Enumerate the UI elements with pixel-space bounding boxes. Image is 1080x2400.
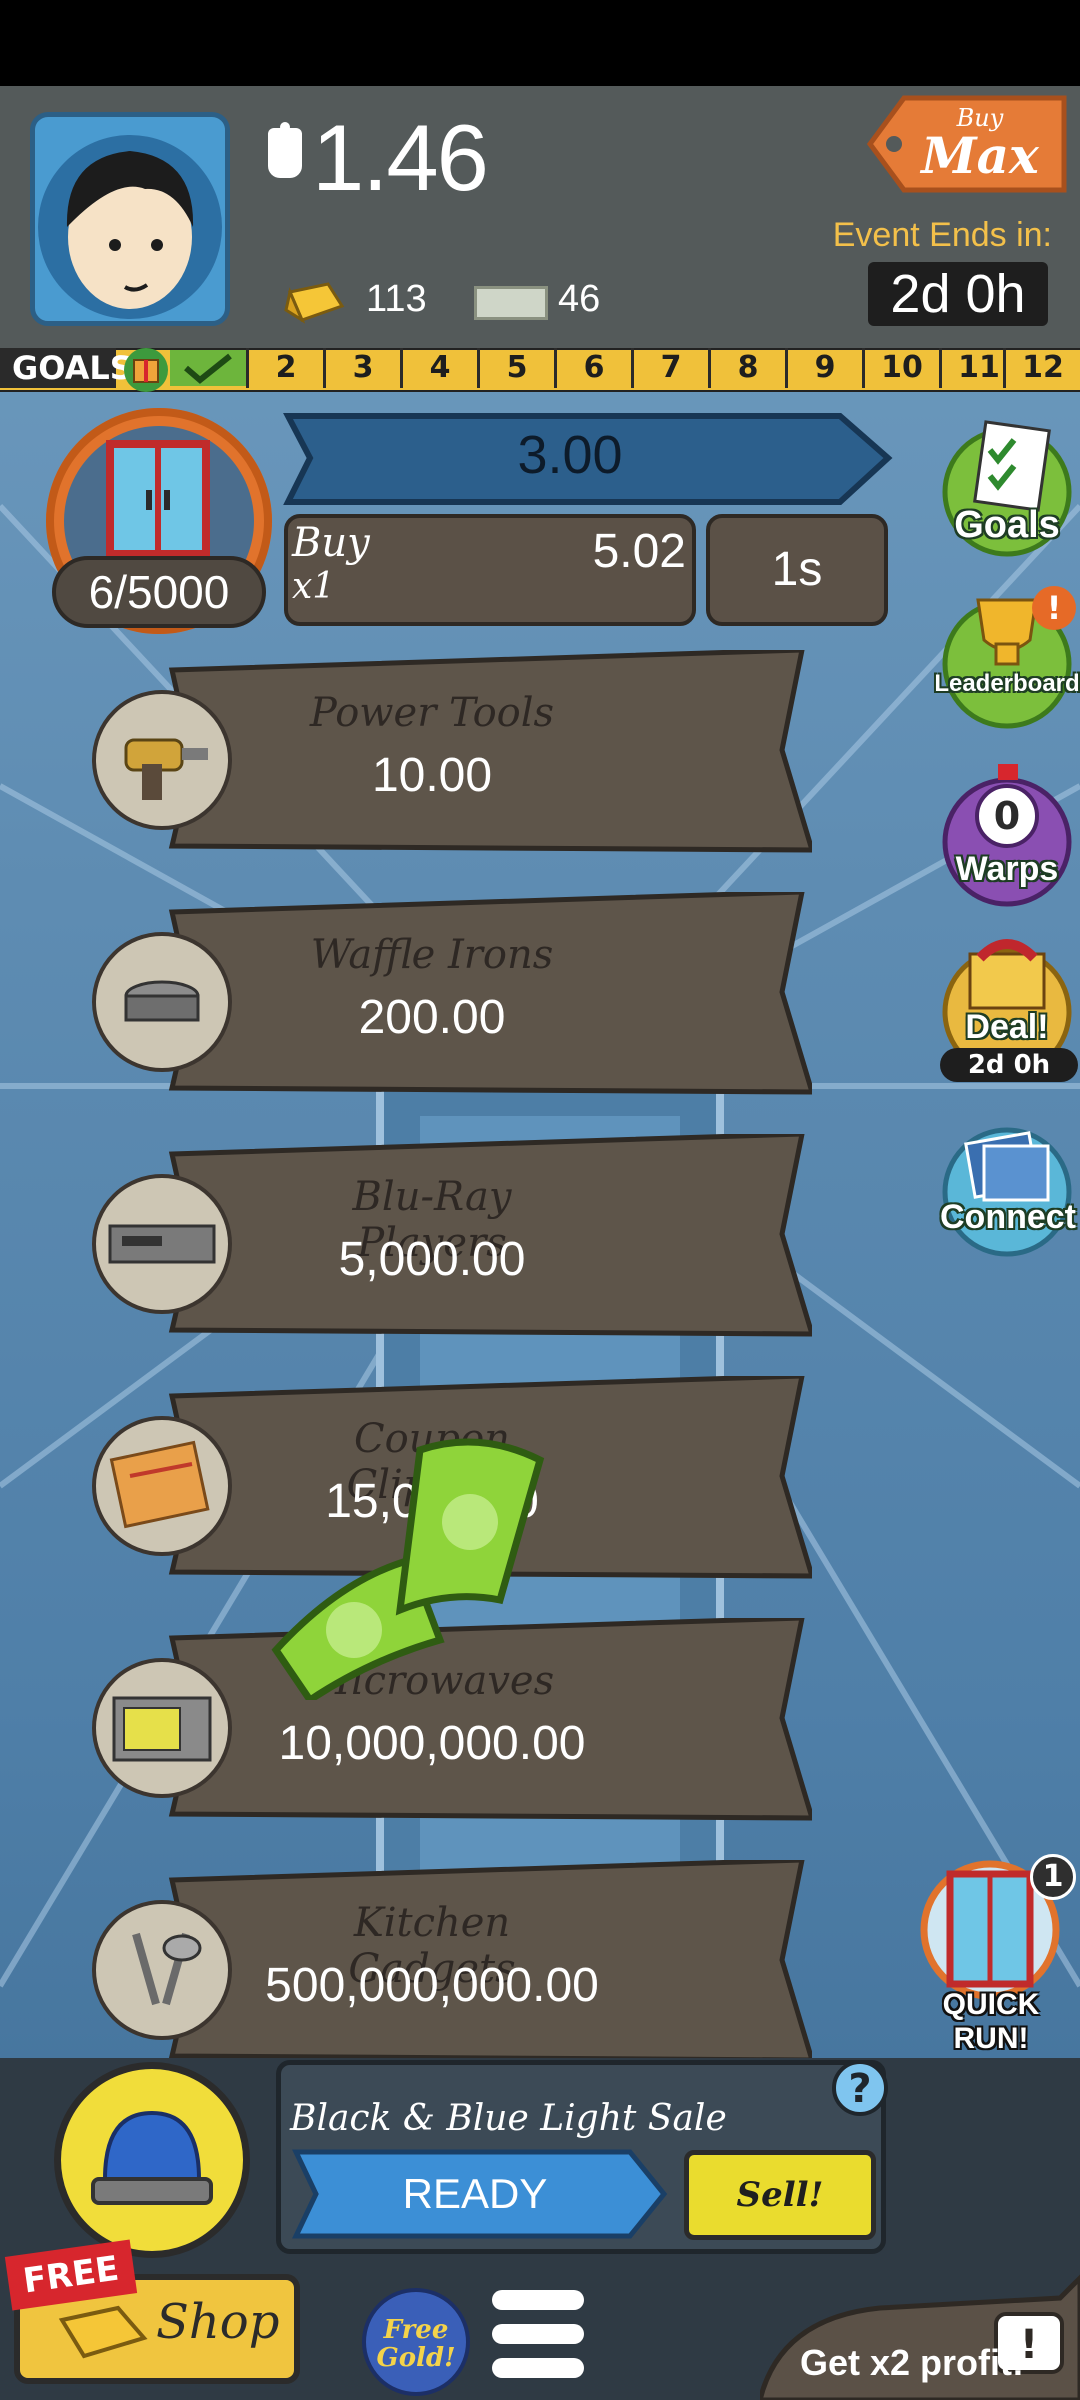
business-price: 10,000,000.00 bbox=[278, 1717, 586, 1770]
goal-milestone: 5 bbox=[477, 348, 554, 388]
hamburger-menu-icon[interactable] bbox=[492, 2290, 584, 2380]
buy-max-button[interactable]: Buy Max bbox=[850, 92, 1072, 196]
ticket-count: 46 bbox=[558, 278, 601, 320]
sale-help-button[interactable]: ? bbox=[832, 2060, 888, 2116]
buy-max-label: Max bbox=[921, 126, 1039, 185]
business-price: 500,000,000.00 bbox=[265, 1959, 599, 2012]
money-value: 1.46 bbox=[312, 105, 489, 210]
manager-portrait-icon bbox=[38, 135, 222, 319]
goal-milestone: 4 bbox=[400, 348, 477, 388]
quick-run-button[interactable]: 1 QUICK RUN! bbox=[906, 1850, 1076, 2055]
waffle-iron-icon bbox=[92, 932, 232, 1072]
goal-milestone: 8 bbox=[708, 348, 785, 388]
business-row-power-tools[interactable]: Power Tools 10.00 bbox=[92, 650, 812, 860]
shop-label: Shop bbox=[156, 2294, 280, 2350]
sell-button[interactable]: Sell! bbox=[684, 2150, 876, 2240]
gold-bar-icon bbox=[284, 282, 345, 324]
status-bar bbox=[0, 0, 1080, 86]
light-sale-title: Black & Blue Light Sale bbox=[290, 2098, 727, 2139]
goal-milestone: 10 bbox=[862, 348, 939, 388]
deal-label: Deal! bbox=[965, 1008, 1049, 1046]
quick-run-label: QUICK RUN! bbox=[942, 1988, 1040, 2055]
deal-timer: 2d 0h bbox=[940, 1048, 1078, 1082]
bluray-player-icon bbox=[92, 1174, 232, 1314]
drill-icon bbox=[92, 690, 232, 830]
gift-icon bbox=[124, 348, 168, 392]
goal-milestone: 9 bbox=[785, 348, 862, 388]
x2-profit-label: Get x2 profit! bbox=[800, 2342, 1025, 2383]
business-name: Power Tools bbox=[309, 690, 555, 736]
leaderboard-label: Leaderboard bbox=[934, 670, 1080, 697]
connect-cards-icon bbox=[942, 1127, 1072, 1257]
goal-milestone: 12 bbox=[1003, 348, 1080, 388]
quick-run-badge: 1 bbox=[1030, 1854, 1076, 1900]
leaderboard-button[interactable]: ! Leaderboard bbox=[934, 584, 1080, 730]
player-avatar[interactable] bbox=[30, 112, 230, 326]
gold-count: 113 bbox=[366, 278, 427, 320]
goal-milestone: 2 bbox=[246, 348, 323, 388]
gold-bar-icon bbox=[58, 2305, 148, 2359]
kitchen-gadgets-icon bbox=[92, 1900, 232, 2040]
fridge-door-icon bbox=[106, 440, 210, 558]
buy-cost: 5.02 bbox=[592, 525, 686, 578]
money-bag-icon bbox=[268, 122, 302, 178]
connect-button[interactable]: Connect bbox=[940, 1122, 1076, 1262]
mega-ticket-icon bbox=[474, 286, 548, 320]
goal-milestone: 3 bbox=[323, 348, 400, 388]
business-row-kitchen-gadgets[interactable]: Kitchen Gadgets 500,000,000.00 bbox=[92, 1860, 812, 2070]
warps-label: Warps bbox=[955, 850, 1059, 888]
buy-label: Buy bbox=[292, 520, 370, 566]
business-price: 5,000.00 bbox=[338, 1233, 526, 1286]
business-row-bluray-players[interactable]: Blu-Ray Players 5,000.00 bbox=[92, 1134, 812, 1344]
business-row-waffle-irons[interactable]: Waffle Irons 200.00 bbox=[92, 892, 812, 1102]
siren-button[interactable] bbox=[54, 2062, 250, 2258]
coupon-icon bbox=[92, 1416, 232, 1556]
goals-side-button[interactable]: Goals bbox=[940, 420, 1074, 560]
siren-icon bbox=[91, 2110, 213, 2205]
event-ends-label: Event Ends in: bbox=[832, 216, 1052, 254]
free-gold-button[interactable]: Free Gold! bbox=[362, 2288, 470, 2396]
goal-complete-check-icon bbox=[170, 350, 246, 386]
goal-milestone: 6 bbox=[554, 348, 631, 388]
business-name: Waffle Irons bbox=[310, 932, 554, 978]
ready-label: READY bbox=[402, 2170, 548, 2217]
goal-milestone: 7 bbox=[631, 348, 708, 388]
goals-side-label: Goals bbox=[954, 504, 1060, 546]
buy-multiplier: x1 bbox=[292, 566, 336, 607]
business-price: 200.00 bbox=[358, 991, 506, 1044]
cycle-timer: 1s bbox=[706, 514, 888, 626]
profit-value: 3.00 bbox=[517, 425, 623, 485]
warps-count: 0 bbox=[993, 794, 1021, 838]
goals-label: GOALS bbox=[0, 348, 133, 388]
deal-button[interactable]: Deal! 2d 0h bbox=[940, 932, 1078, 1084]
business-price: 10.00 bbox=[371, 749, 493, 802]
warps-button[interactable]: 0 Warps bbox=[940, 760, 1074, 912]
leaderboard-alert-badge: ! bbox=[1032, 586, 1076, 630]
business-owned-count: 6/5000 bbox=[52, 556, 266, 628]
microwave-icon bbox=[92, 1658, 232, 1798]
event-timer: 2d 0h bbox=[868, 262, 1048, 326]
cash-bills-icon bbox=[271, 1438, 545, 1700]
connect-label: Connect bbox=[940, 1198, 1076, 1236]
